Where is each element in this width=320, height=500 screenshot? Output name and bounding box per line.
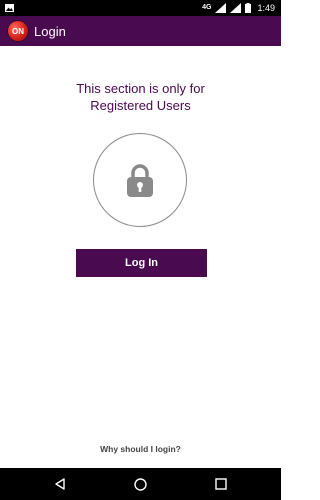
navigation-bar xyxy=(0,468,281,500)
wifi-icon xyxy=(215,3,227,13)
lock-circle xyxy=(93,133,187,227)
network-type: 4G xyxy=(202,4,212,11)
lock-icon xyxy=(127,164,153,197)
page-title: Login xyxy=(34,23,66,39)
status-icons: 4G 1:49 xyxy=(202,0,275,16)
registered-users-message: This section is only for Registered User… xyxy=(0,80,281,114)
login-button[interactable]: Log In xyxy=(76,249,207,277)
headline-line-1: This section is only for xyxy=(76,81,205,96)
status-bar: 4G 1:49 xyxy=(0,0,281,16)
why-login-link[interactable]: Why should I login? xyxy=(0,444,281,454)
recents-icon xyxy=(215,478,227,490)
home-button[interactable] xyxy=(132,476,148,492)
signal-icon xyxy=(230,3,242,13)
back-icon xyxy=(55,478,65,490)
clock: 1:49 xyxy=(257,3,275,13)
main-content: This section is only for Registered User… xyxy=(0,46,281,468)
app-logo: ON xyxy=(8,21,28,41)
battery-icon xyxy=(245,3,252,13)
recents-button[interactable] xyxy=(213,476,229,492)
back-button[interactable] xyxy=(52,476,68,492)
app-bar: ON Login xyxy=(0,16,281,46)
headline-line-2: Registered Users xyxy=(90,98,191,113)
home-icon xyxy=(133,477,147,491)
image-notification-icon xyxy=(5,4,14,12)
